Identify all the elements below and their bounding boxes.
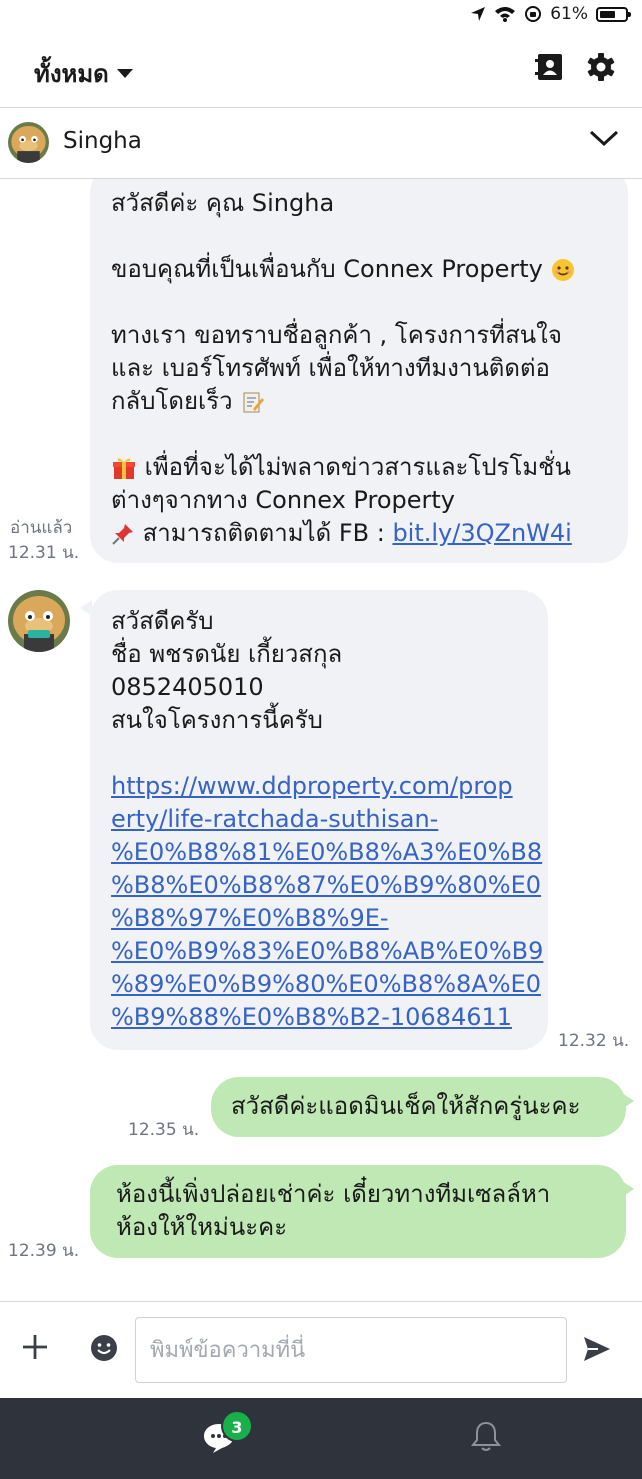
property-link[interactable]: erty/life-ratchada-suthisan- (111, 803, 530, 836)
property-link[interactable]: %E0%B9%83%E0%B8%AB%E0%B9 (111, 935, 543, 968)
message-line: 0852405010 (111, 673, 264, 701)
contact-card-icon[interactable] (534, 52, 564, 82)
bubble-tail (622, 1181, 634, 1197)
property-link[interactable]: https://www.ddproperty.com/prop (111, 770, 530, 803)
message-line: ต่างๆจากทาง Connex Property (111, 486, 455, 514)
message-time: 12.31 น. (8, 543, 80, 563)
message-input[interactable] (135, 1317, 567, 1383)
message-line: ขอบคุณที่เป็นเพื่อนกับ Connex Property (111, 253, 608, 286)
facebook-link[interactable]: bit.ly/3QZnW4i (392, 519, 571, 547)
send-icon[interactable] (582, 1335, 612, 1363)
message-bubble-outgoing[interactable]: ห้องนี้เพิ่งปล่อยเช่าค่ะ เดี๋ยวทางทีมเซล… (90, 1165, 626, 1258)
orientation-lock-icon (525, 6, 542, 22)
sender-avatar[interactable] (8, 590, 70, 652)
message-line: ห้องให้ใหม่นะคะ (116, 1213, 288, 1241)
plus-icon[interactable] (20, 1332, 50, 1362)
message-bubble-incoming[interactable]: สวัสดีค่ะ คุณ Singha ขอบคุณที่เป็นเพื่อน… (90, 179, 628, 563)
message-line: สวัสดีค่ะแอดมินเช็คให้สักครู่นะคะ (231, 1092, 581, 1120)
property-link[interactable]: %89%E0%B9%80%E0%B8%8A%E0 (111, 968, 541, 1001)
chevron-down-icon[interactable] (588, 128, 620, 148)
message-list[interactable]: สวัสดีค่ะ คุณ Singha ขอบคุณที่เป็นเพื่อน… (0, 179, 642, 1301)
memo-icon (243, 392, 265, 413)
message-line: ห้องนี้เพิ่งปล่อยเช่าค่ะ เดี๋ยวทางทีมเซล… (116, 1180, 551, 1208)
contact-name: Singha (63, 128, 142, 154)
smiling-face-icon (551, 259, 574, 281)
message-bubble-incoming[interactable]: สวัสดีครับ ชื่อ พชรดนัย เกี้ยวสกุล 08524… (90, 590, 548, 1050)
property-link[interactable]: %B9%88%E0%B8%B2-10684611 (111, 1001, 530, 1034)
message-composer (0, 1301, 642, 1398)
property-link[interactable]: %B8%E0%B8%87%E0%B9%80%E0 (111, 869, 541, 902)
message-line: สวัสดีครับ (111, 607, 214, 635)
message-line: สนใจโครงการนี้ครับ (111, 706, 323, 734)
message-line: ชื่อ พชรดนัย เกี้ยวสกุล (111, 640, 343, 668)
filter-dropdown[interactable]: ทั้งหมด (34, 54, 133, 93)
message-time: 12.32 น. (558, 1031, 630, 1051)
caret-down-icon (116, 69, 133, 78)
property-link[interactable]: %E0%B8%81%E0%B8%A3%E0%B8 (111, 836, 542, 869)
wifi-icon (495, 7, 516, 22)
status-bar: 61% (0, 0, 642, 30)
message-line: ทางเรา ขอทราบชื่อลูกค้า , โครงการที่สนใจ (111, 321, 562, 349)
pushpin-icon (112, 524, 133, 545)
battery-percent: 61% (550, 4, 588, 24)
unread-badge: 3 (221, 1410, 253, 1442)
read-receipt: อ่านแล้ว (10, 518, 73, 538)
filter-label: ทั้งหมด (34, 60, 109, 88)
bottom-tab-bar: 3 (0, 1398, 642, 1479)
top-actions (534, 52, 616, 82)
bell-icon[interactable] (470, 1420, 502, 1454)
bubble-tail (80, 600, 92, 616)
tab-chats[interactable]: 3 (200, 1410, 260, 1468)
conversation-header[interactable]: Singha (0, 108, 642, 179)
message-line: สามารถติดตามได้ FB : bit.ly/3QZnW4i (111, 517, 608, 550)
message-line: เพื่อที่จะได้ไม่พลาดข่าวสารและโปรโมชั่น (111, 451, 608, 484)
top-bar: ทั้งหมด (0, 30, 642, 108)
message-time: 12.35 น. (128, 1120, 200, 1140)
status-icons: 61% (470, 4, 631, 24)
message-line: สวัสดีค่ะ คุณ Singha (111, 189, 335, 217)
message-line: และ เบอร์โทรศัพท์ เพื่อให้ทางทีมงานติดต่… (111, 354, 550, 382)
message-line: กลับโดยเร็ว (111, 385, 608, 418)
battery-icon (596, 6, 631, 22)
location-arrow-icon (471, 7, 486, 21)
gift-icon (113, 458, 135, 479)
gear-icon[interactable] (586, 52, 616, 82)
message-bubble-outgoing[interactable]: สวัสดีค่ะแอดมินเช็คให้สักครู่นะคะ (211, 1077, 626, 1137)
bubble-tail (622, 1093, 634, 1109)
contact-avatar[interactable] (8, 122, 49, 163)
emoji-icon[interactable] (90, 1334, 118, 1362)
property-link[interactable]: %B8%97%E0%B8%9E- (111, 902, 530, 935)
message-time: 12.39 น. (8, 1241, 80, 1261)
